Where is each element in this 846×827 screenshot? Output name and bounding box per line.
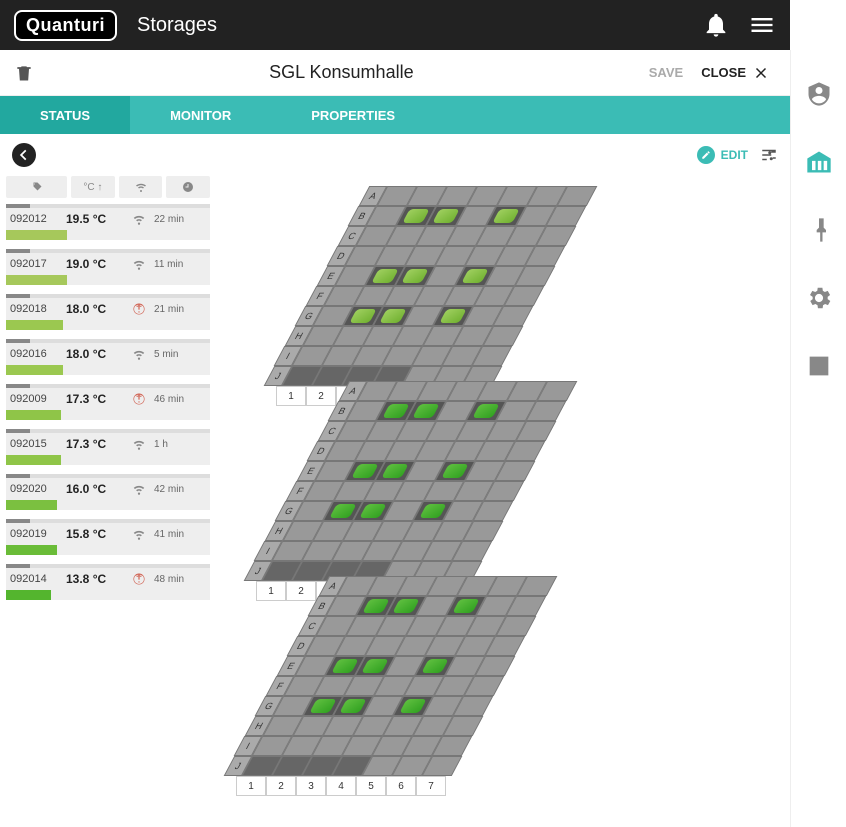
wifi-icon	[124, 527, 154, 541]
top-title: Storages	[137, 14, 217, 37]
filter-signal[interactable]	[119, 176, 163, 198]
sensor-id: 092017	[6, 258, 66, 270]
close-label: CLOSE	[701, 65, 746, 80]
close-icon	[752, 64, 770, 82]
sensor-temp: 19.5 °C	[66, 212, 124, 226]
sensor-id: 092009	[6, 393, 66, 405]
sensor-time: 41 min	[154, 529, 210, 540]
sensor-id: 092020	[6, 483, 66, 495]
sensor-item[interactable]: 09201818.0 °C 21 min	[6, 294, 210, 330]
nav-storage-icon[interactable]	[805, 148, 833, 176]
wifi-icon	[124, 257, 154, 271]
wifi-icon	[124, 212, 154, 226]
sensor-item[interactable]: 09201915.8 °C 41 min	[6, 519, 210, 555]
signal-alert-icon	[124, 572, 154, 586]
sensor-item[interactable]: 09201719.0 °C 11 min	[6, 249, 210, 285]
right-nav	[790, 50, 846, 827]
sensor-item[interactable]: 09201413.8 °C 48 min	[6, 564, 210, 600]
close-button[interactable]: CLOSE	[701, 64, 770, 82]
nav-user-icon[interactable]	[805, 352, 833, 380]
nav-account-icon[interactable]	[805, 80, 833, 108]
grid-col-label: 2	[286, 581, 316, 601]
grid-col-label: 5	[356, 776, 386, 796]
tab-monitor[interactable]: MONITOR	[130, 96, 271, 134]
sensor-item[interactable]: 09201219.5 °C 22 min	[6, 204, 210, 240]
tab-status[interactable]: STATUS	[0, 96, 130, 134]
sensor-item[interactable]: 09201618.0 °C 5 min	[6, 339, 210, 375]
sensor-temp: 19.0 °C	[66, 257, 124, 271]
sensor-time: 22 min	[154, 214, 210, 225]
wifi-icon	[124, 437, 154, 451]
menu-icon[interactable]	[748, 11, 776, 39]
signal-alert-icon	[124, 392, 154, 406]
sensor-temp: 16.0 °C	[66, 482, 124, 496]
sensor-time: 11 min	[154, 259, 210, 270]
sensor-id: 092015	[6, 438, 66, 450]
signal-alert-icon	[124, 302, 154, 316]
grid-col-label: 6	[386, 776, 416, 796]
sensor-time: 1 h	[154, 439, 210, 450]
sensor-time: 46 min	[154, 394, 210, 405]
edit-label: EDIT	[721, 148, 748, 162]
wifi-icon	[124, 347, 154, 361]
grid-col-label: 3	[296, 776, 326, 796]
filter-time[interactable]	[166, 176, 210, 198]
edit-button[interactable]: EDIT	[697, 146, 748, 164]
nav-pin-icon[interactable]	[805, 216, 833, 244]
sensor-time: 42 min	[154, 484, 210, 495]
grid-col-label: 1	[256, 581, 286, 601]
filter-temp[interactable]: °C ↑	[71, 176, 115, 198]
grid-col-label: 4	[326, 776, 356, 796]
brand-logo: Quanturi	[14, 10, 117, 41]
sensor-list: °C ↑ 09201219.5 °C 22 min 09201719.0 °C 11 …	[0, 176, 216, 827]
grid-col-label: 1	[276, 386, 306, 406]
delete-icon[interactable]	[14, 63, 34, 83]
sensor-id: 092018	[6, 303, 66, 315]
grid-col-label: 2	[266, 776, 296, 796]
save-button[interactable]: SAVE	[649, 65, 683, 80]
storage-grid-view[interactable]: ABCDEFGHIJ1234567ABCDEFGHIJ1234567ABCDEF…	[216, 176, 790, 827]
grid-col-label: 2	[306, 386, 336, 406]
tab-properties[interactable]: PROPERTIES	[271, 96, 435, 134]
sensor-item[interactable]: 09202016.0 °C 42 min	[6, 474, 210, 510]
grid-col-label: 7	[416, 776, 446, 796]
wifi-icon	[124, 482, 154, 496]
sensor-id: 092016	[6, 348, 66, 360]
filter-tag[interactable]	[6, 176, 67, 198]
sensor-item[interactable]: 09201517.3 °C 1 h	[6, 429, 210, 465]
sensor-temp: 17.3 °C	[66, 437, 124, 451]
sensor-temp: 18.0 °C	[66, 302, 124, 316]
sensor-temp: 15.8 °C	[66, 527, 124, 541]
sensor-time: 5 min	[154, 349, 210, 360]
grid-col-label: 1	[236, 776, 266, 796]
tabs: STATUSMONITORPROPERTIES	[0, 96, 790, 134]
sensor-temp: 18.0 °C	[66, 347, 124, 361]
notifications-icon[interactable]	[702, 11, 730, 39]
pencil-icon	[697, 146, 715, 164]
nav-settings-icon[interactable]	[805, 284, 833, 312]
sensor-temp: 17.3 °C	[66, 392, 124, 406]
sensor-temp: 13.8 °C	[66, 572, 124, 586]
sensor-id: 092012	[6, 213, 66, 225]
page-title: SGL Konsumhalle	[34, 62, 649, 83]
sensor-item[interactable]: 09200917.3 °C 46 min	[6, 384, 210, 420]
settings-tune-icon[interactable]	[760, 146, 778, 164]
sensor-time: 48 min	[154, 574, 210, 585]
sensor-id: 092019	[6, 528, 66, 540]
sensor-id: 092014	[6, 573, 66, 585]
back-button[interactable]	[12, 143, 36, 167]
sensor-time: 21 min	[154, 304, 210, 315]
